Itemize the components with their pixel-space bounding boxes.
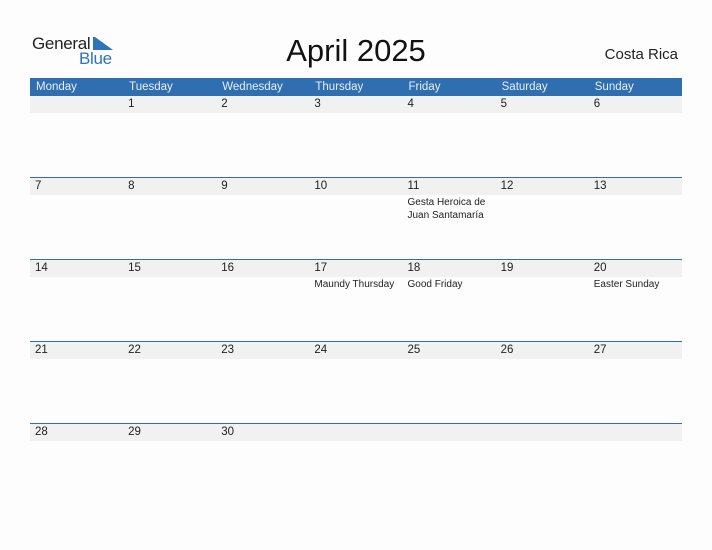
day-cell: 13 [589, 178, 682, 222]
weekday-sunday: Sunday [594, 81, 634, 93]
day-number [594, 424, 682, 441]
day-number [501, 424, 589, 441]
day-number: 13 [593, 180, 607, 192]
day-cell: 14 [30, 260, 123, 291]
day-cell: 20 Easter Sunday [589, 260, 682, 291]
day-number: 14 [35, 262, 48, 274]
day-cell [589, 424, 682, 441]
day-cell: 19 [496, 260, 589, 291]
day-number: 16 [221, 262, 235, 274]
day-number: 25 [407, 344, 421, 356]
day-number: 8 [128, 180, 135, 192]
day-number: 4 [407, 98, 414, 110]
day-cell: 6 [589, 96, 682, 113]
holiday-label: Easter Sunday [593, 279, 660, 290]
day-number: 5 [500, 98, 508, 110]
day-number: 29 [128, 426, 141, 438]
day-cell: 18 Good Friday [403, 260, 496, 291]
week-row: 1 2 3 4 5 6 [30, 96, 682, 177]
week-cells: 1 2 3 4 5 6 [30, 96, 682, 113]
day-number [314, 424, 402, 441]
day-cell: 15 [123, 260, 216, 291]
day-cell: 30 [216, 424, 309, 441]
day-cell [403, 424, 496, 441]
holiday-label: Good Friday [407, 279, 463, 290]
day-cell [30, 96, 123, 113]
day-number: 19 [500, 262, 514, 274]
week-cells: 21 22 23 24 25 26 27 [30, 342, 682, 359]
week-cells: 7 8 9 10 11 Gesta Heroica de Juan Santamaría 1… [30, 178, 682, 222]
weekday-header: Monday Tuesday Wednesday Thursday Friday… [30, 78, 682, 96]
weekday-monday: Monday [36, 81, 77, 93]
day-number: 27 [593, 344, 607, 356]
day-cell: 7 [30, 178, 123, 222]
day-number: 17 [314, 262, 328, 274]
calendar-grid: Monday Tuesday Wednesday Thursday Friday… [30, 78, 682, 505]
day-cell: 25 [403, 342, 496, 359]
week-row: 21 22 23 24 25 26 27 [30, 341, 682, 423]
day-cell: 16 [216, 260, 309, 291]
day-cell: 22 [123, 342, 216, 359]
day-cell: 5 [496, 96, 589, 113]
week-cells: 14 15 16 17 Maundy Thursday 18 Good Friday 19 20… [30, 260, 682, 291]
week-cells: 28 29 30 [30, 424, 682, 441]
weekday-wednesday: Wednesday [222, 81, 283, 93]
day-number [35, 96, 123, 113]
day-number: 11 [407, 180, 420, 192]
week-row: 7 8 9 10 11 Gesta Heroica de Juan Santamaría 1… [30, 177, 682, 259]
country-label: Costa Rica [604, 46, 678, 63]
day-number: 15 [128, 262, 141, 274]
weekday-friday: Friday [408, 81, 441, 93]
day-cell: 24 [309, 342, 402, 359]
day-cell: 1 [123, 96, 216, 113]
day-cell: 3 [309, 96, 402, 113]
day-number: 10 [314, 180, 328, 192]
day-cell: 12 [496, 178, 589, 222]
day-cell [309, 424, 402, 441]
day-number: 18 [407, 262, 421, 274]
day-cell: 9 [216, 178, 309, 222]
day-number: 30 [221, 426, 235, 438]
day-number: 7 [35, 180, 42, 192]
day-cell: 29 [123, 424, 216, 441]
day-number: 24 [314, 344, 328, 356]
day-number: 9 [221, 180, 228, 192]
week-row: 28 29 30 [30, 423, 682, 505]
day-cell: 2 [216, 96, 309, 113]
day-number: 26 [500, 344, 514, 356]
day-number: 22 [128, 344, 141, 356]
day-cell: 26 [496, 342, 589, 359]
day-cell: 10 [309, 178, 402, 222]
weekday-thursday: Thursday [315, 81, 364, 93]
weekday-tuesday: Tuesday [129, 81, 173, 93]
day-cell: 11 Gesta Heroica de Juan Santamaría [403, 178, 496, 222]
day-number: 28 [35, 426, 48, 438]
day-number: 20 [593, 262, 607, 274]
holiday-label: Gesta Heroica de Juan Santamaría [407, 197, 486, 221]
day-cell: 8 [123, 178, 216, 222]
day-cell: 4 [403, 96, 496, 113]
holiday-label: Maundy Thursday [314, 279, 395, 290]
day-number: 21 [35, 344, 48, 356]
day-number: 23 [221, 344, 235, 356]
day-number: 6 [593, 98, 601, 110]
day-number [408, 424, 496, 441]
day-number: 12 [500, 180, 514, 192]
day-cell: 23 [216, 342, 309, 359]
day-number: 1 [128, 98, 135, 110]
day-cell: 21 [30, 342, 123, 359]
week-row: 14 15 16 17 Maundy Thursday 18 Good Friday 19 20… [30, 259, 682, 341]
day-cell [496, 424, 589, 441]
day-cell: 17 Maundy Thursday [309, 260, 402, 291]
day-cell: 28 [30, 424, 123, 441]
day-number: 2 [221, 98, 228, 110]
day-number: 3 [314, 98, 321, 110]
day-cell: 27 [589, 342, 682, 359]
calendar-weeks: 1 2 3 4 5 6 7 8 9 10 11 Gesta Heroica de Juan Santa… [30, 96, 682, 505]
weekday-saturday: Saturday [501, 81, 548, 93]
